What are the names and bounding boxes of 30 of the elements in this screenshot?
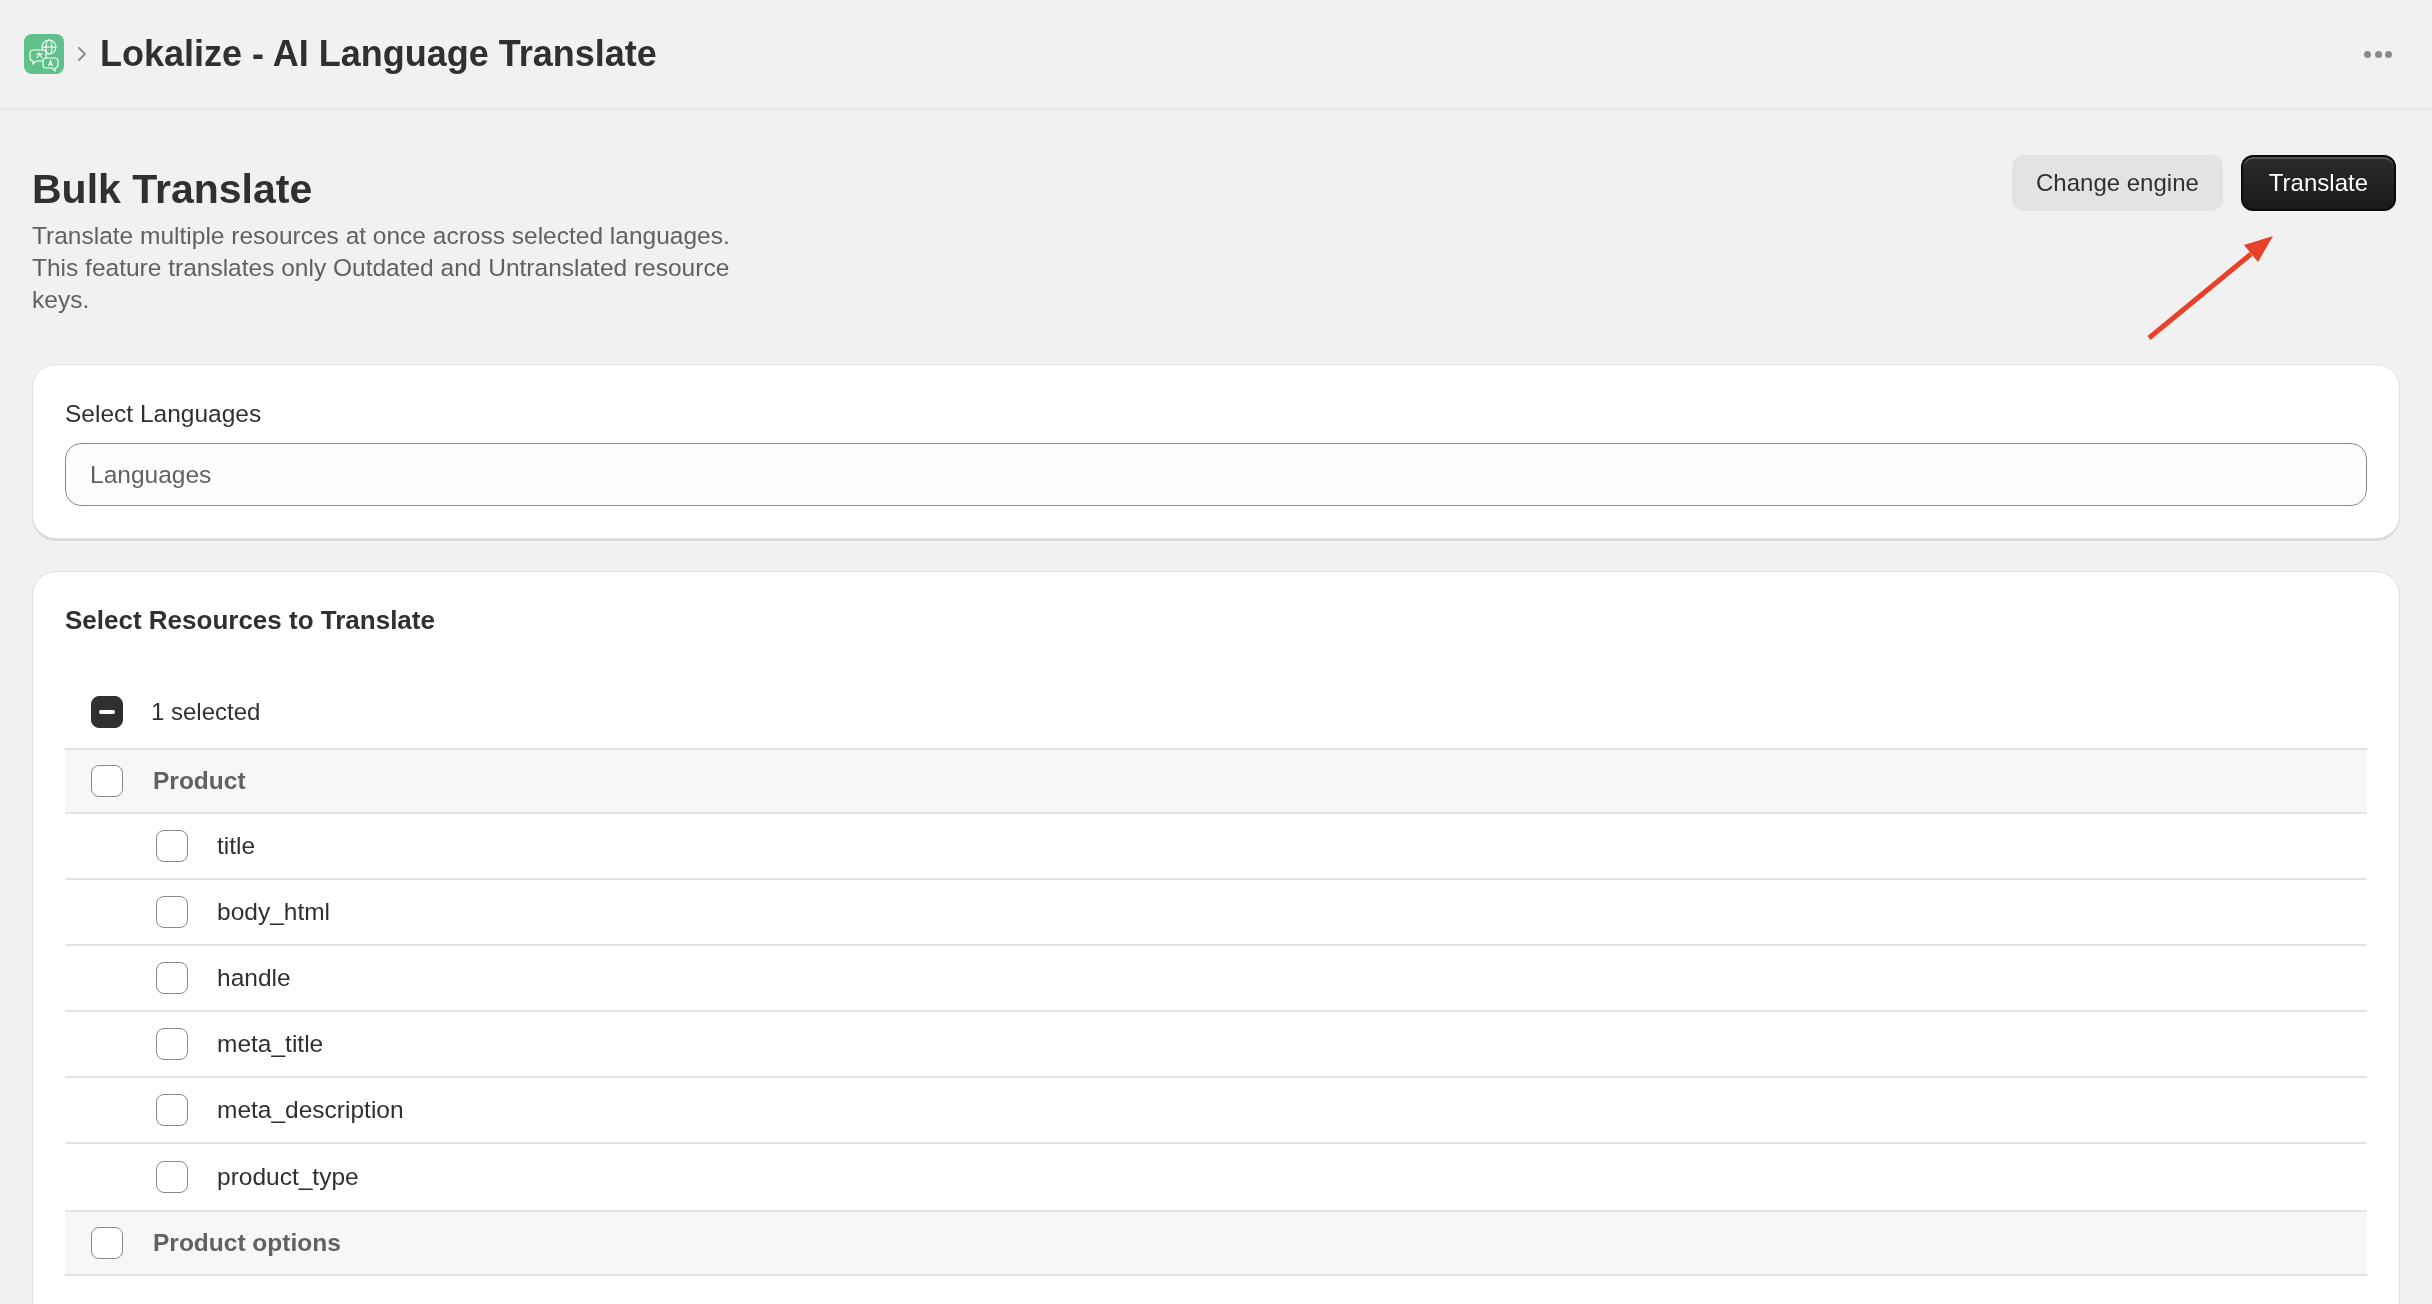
checkbox[interactable] bbox=[91, 696, 123, 728]
resource-label: meta_title bbox=[217, 1028, 324, 1059]
resource-label: title bbox=[217, 830, 256, 861]
field-label: Select Languages bbox=[65, 399, 263, 429]
more-menu-icon[interactable] bbox=[2364, 50, 2392, 58]
checkbox[interactable] bbox=[156, 1028, 188, 1060]
resource-label: meta_description bbox=[217, 1094, 404, 1125]
page-description: Translate multiple resources at once across selected languages. This feature translates only Outdated and Untranslated resource keys. bbox=[32, 221, 731, 315]
app-logo-icon bbox=[24, 34, 64, 74]
selection-count: 1 selected bbox=[151, 697, 261, 727]
change-engine-button[interactable]: Change engine bbox=[2012, 155, 2223, 211]
checkbox[interactable] bbox=[156, 830, 188, 862]
dash-icon bbox=[99, 710, 115, 714]
resource-label: body_html bbox=[217, 896, 331, 927]
group-label: Product bbox=[153, 765, 246, 796]
checkbox[interactable] bbox=[156, 962, 188, 994]
resource-label: handle bbox=[217, 962, 291, 993]
app-title: Lokalize - AI Language Translate bbox=[100, 32, 657, 76]
group-label: Product options bbox=[153, 1227, 341, 1258]
translate-button[interactable]: Translate bbox=[2240, 155, 2396, 211]
chevron-right-icon bbox=[78, 47, 86, 61]
languages-input[interactable]: Languages bbox=[65, 443, 2367, 506]
checkbox[interactable] bbox=[156, 1094, 188, 1126]
page-title: Bulk Translate bbox=[32, 165, 314, 214]
checkbox[interactable] bbox=[156, 896, 188, 928]
checkbox[interactable] bbox=[91, 1227, 123, 1259]
card-title: Select Resources to Translate bbox=[65, 604, 436, 637]
checkbox[interactable] bbox=[91, 765, 123, 797]
resource-label: product_type bbox=[217, 1161, 359, 1192]
checkbox[interactable] bbox=[156, 1161, 188, 1193]
